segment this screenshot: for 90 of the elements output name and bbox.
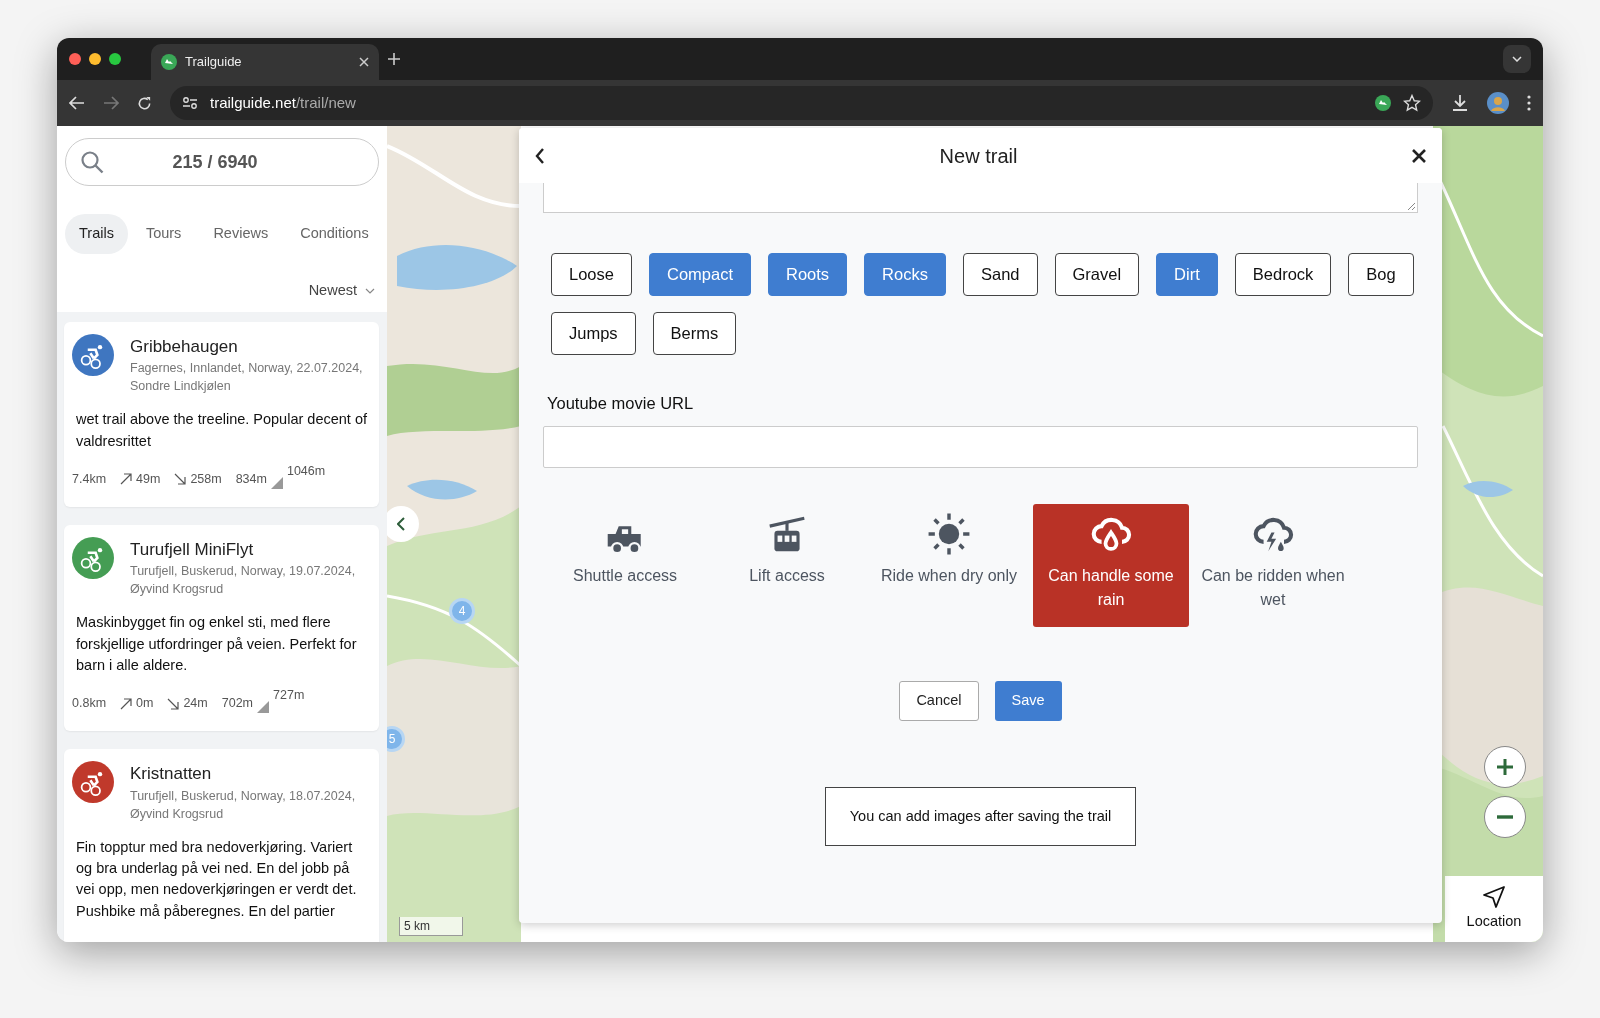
surface-toggle[interactable]: Berms (652, 312, 737, 355)
trail-place: Turufjell, Buskerud, Norway, 19.07.2024, (130, 563, 356, 581)
cancel-button[interactable]: Cancel (899, 680, 979, 721)
surface-toggle[interactable]: Bog (1348, 253, 1414, 296)
trail-author: Øyvind Krogsrud (130, 805, 225, 823)
close-icon[interactable] (1412, 148, 1426, 163)
window-control-icon[interactable] (69, 53, 81, 65)
trail-place: Turufjell, Buskerud, Norway, 18.07.2024, (130, 787, 356, 805)
chevron-down-icon (1512, 56, 1522, 62)
field-label: Youtube movie URL (547, 393, 695, 414)
reload-icon[interactable] (137, 95, 152, 111)
elevation-min-text: 702m (221, 695, 254, 713)
site-settings-icon[interactable] (182, 96, 198, 110)
surface-toggle[interactable]: Sand (962, 253, 1038, 296)
trail-card[interactable] (64, 749, 379, 942)
sun-icon (927, 511, 971, 556)
info-message: You can add images after saving the trail (824, 786, 1137, 847)
condition-toggle[interactable]: Can handle some rain (1033, 503, 1189, 627)
condition-toggle[interactable]: Can be ridden when wet (1195, 503, 1351, 627)
elevation-icon (257, 701, 270, 714)
plus-icon (1496, 758, 1514, 776)
tab-search-button[interactable] (1503, 45, 1531, 73)
surface-toggle[interactable]: Compact (648, 253, 751, 296)
trail-author: Sondre Lindkjølen (130, 378, 232, 396)
distance-text: 0.8km (72, 695, 107, 713)
ascent-icon (120, 697, 133, 710)
map-scale: 5 km (399, 917, 463, 936)
trail-description: Maskinbygget fin og enkel sti, med flere forskjellige utfordringer på veien. Perfekt for barn i alle aldere. (76, 613, 358, 675)
ascent-icon (120, 473, 133, 486)
condition-toggle[interactable]: Shuttle access (547, 503, 703, 627)
trail-author: Øyvind Krogsrud (130, 581, 225, 599)
description-field[interactable] (543, 183, 1418, 213)
ascent-text: 49m (136, 470, 161, 488)
window-control-icon[interactable] (109, 53, 121, 65)
trail-place: Fagernes, Innlandet, Norway, 22.07.2024, (130, 360, 363, 377)
tab[interactable]: Conditions (286, 214, 383, 254)
descent-icon (167, 697, 180, 710)
extension-icon[interactable] (1375, 95, 1391, 111)
trail-name: Kristnatten (130, 763, 213, 786)
elevation-min-text: 834m (235, 470, 267, 488)
elevation-icon (270, 476, 283, 489)
descent-text: 258m (190, 470, 222, 488)
trail-description: Fin topptur med bra nedoverkjøring. Variert og bra underlag på vei ned. En del jobb på vei opp, men nedoverkjøringen er verdt det. Pushbike må påberegnes. En del partier (76, 837, 358, 921)
forward-icon[interactable] (103, 96, 119, 110)
trail-description: wet trail above the treeline. Popular decent of valdresrittet (76, 410, 368, 451)
descent-text: 24m (183, 695, 208, 713)
ascent-text: 0m (136, 695, 154, 713)
address-bar[interactable]: trailguide.net/trail/new (170, 86, 1433, 120)
condition-toggle[interactable]: Ride when dry only (871, 503, 1027, 627)
descent-icon (174, 473, 187, 486)
trail-card[interactable] (64, 524, 379, 732)
window-control-icon[interactable] (89, 53, 101, 65)
elevation-max-text: 1046m (286, 462, 326, 480)
download-icon[interactable] (1451, 94, 1469, 112)
trail-name: Turufjell MiniFlyt (130, 538, 255, 561)
trail-card[interactable]: Gribbehaugen Fagernes, Innlandet, Norway, 22.07.2024, Sondre Lindkjølen wet trail above the treeline. Popular decent of valdresrittet 7.4km 49m 258m 834m 1046m (64, 321, 379, 507)
sort-dropdown[interactable]: Newest (65, 279, 379, 302)
new-tab-icon[interactable] (387, 52, 401, 66)
favicon-icon (161, 54, 177, 70)
tab-title: Trailguide (185, 53, 243, 72)
surface-toggle[interactable]: Gravel (1054, 253, 1140, 296)
condition-toggle[interactable]: Lift access (709, 503, 865, 627)
surface-toggle[interactable]: Bedrock (1234, 253, 1332, 296)
tab[interactable]: Trails (65, 214, 128, 254)
surface-toggle[interactable]: Dirt (1156, 253, 1218, 296)
chevron-down-icon (365, 287, 375, 294)
save-button[interactable]: Save (994, 680, 1062, 721)
resize-grip-icon (1407, 202, 1415, 210)
star-icon[interactable] (1403, 94, 1421, 112)
elevation-max-text: 727m (273, 687, 305, 705)
surface-toggle[interactable]: Roots (768, 253, 848, 296)
distance-text: 7.4km (72, 470, 107, 488)
menu-icon[interactable] (1527, 95, 1531, 111)
surface-toggle[interactable]: Loose (551, 253, 632, 296)
chevron-left-icon (397, 517, 405, 531)
tab[interactable]: Tours (131, 214, 196, 254)
navigation-arrow-icon (1483, 885, 1505, 908)
surface-toggle[interactable]: Rocks (864, 253, 946, 296)
surface-toggle[interactable]: Jumps (551, 312, 636, 355)
browser-tab[interactable]: Trailguide (151, 44, 379, 80)
modal-title: New trail (939, 143, 1018, 169)
trail-name: Gribbehaugen (130, 335, 239, 358)
minus-icon (1497, 815, 1513, 819)
tab[interactable]: Reviews (199, 214, 283, 254)
url-input-field[interactable] (543, 425, 1418, 468)
url-text: trailguide.net/trail/new (210, 92, 356, 113)
location-button[interactable]: Location (1445, 876, 1543, 942)
profile-avatar-icon[interactable] (1487, 92, 1509, 114)
search-icon (80, 150, 104, 174)
back-icon[interactable] (535, 147, 545, 164)
